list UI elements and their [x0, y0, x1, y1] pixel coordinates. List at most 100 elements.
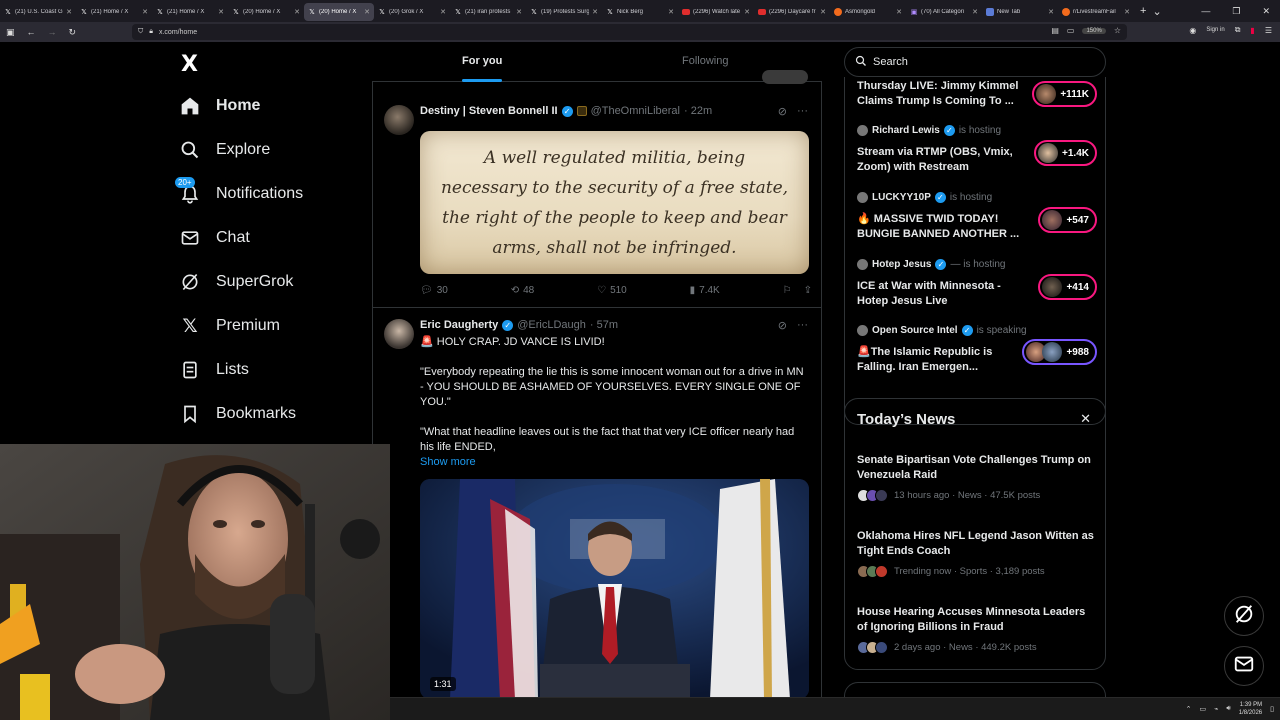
- more-icon[interactable]: ···: [797, 105, 808, 118]
- close-icon[interactable]: ✕: [896, 8, 902, 16]
- nav-item-notifications[interactable]: 20+ Notifications: [175, 177, 303, 205]
- clock[interactable]: 1:39 PM 1/8/2026: [1239, 701, 1262, 717]
- close-icon[interactable]: ✕: [66, 8, 72, 16]
- network-icon[interactable]: ⌁: [1214, 705, 1218, 713]
- avatar[interactable]: [384, 319, 414, 349]
- live-item[interactable]: Open Source Intel ✓ is speaking 🚨The Islam…: [857, 325, 1097, 379]
- tweet-image[interactable]: A well regulated militia, being necessar…: [420, 131, 809, 274]
- more-icon[interactable]: ···: [797, 319, 808, 332]
- live-item[interactable]: Thursday LIVE: Jimmy Kimmel Claims Trump…: [857, 79, 1097, 113]
- browser-tab[interactable]: 𝕏 (21) Home / X ✕: [76, 3, 152, 21]
- grok-icon[interactable]: ⊘: [778, 105, 787, 118]
- grok-button[interactable]: [1224, 596, 1264, 636]
- close-icon[interactable]: ✕: [294, 8, 300, 16]
- reply-button[interactable]: 💬︎ 30: [420, 285, 448, 296]
- nav-item-home[interactable]: Home: [179, 95, 260, 117]
- browser-tab[interactable]: (2296) Watch late ✕: [678, 3, 754, 21]
- minimize-button[interactable]: —: [1201, 6, 1210, 16]
- address-bar[interactable]: ⛉ 🔒︎ x.com/home ▤ ▭ 150% ☆: [132, 24, 1127, 40]
- nav-item-supergrok[interactable]: SuperGrok: [179, 271, 293, 293]
- search-input[interactable]: Search: [844, 47, 1106, 77]
- browser-tab[interactable]: Asmongold ✕: [830, 3, 906, 21]
- live-listener-pill[interactable]: +1.4K: [1034, 140, 1097, 166]
- browser-tab[interactable]: r/LivestreamFail ✕: [1058, 3, 1134, 21]
- extension-badge-icon[interactable]: ▮: [1250, 26, 1254, 35]
- close-icon[interactable]: ✕: [1124, 8, 1130, 16]
- close-icon[interactable]: ✕: [668, 8, 674, 16]
- nav-item-bookmarks[interactable]: Bookmarks: [179, 403, 296, 425]
- close-icon[interactable]: ✕: [364, 8, 370, 16]
- chevron-up-icon[interactable]: ⌃: [1186, 705, 1192, 713]
- author-name[interactable]: Destiny | Steven Bonnell II: [420, 105, 558, 117]
- sign-in-button[interactable]: Sign in: [1206, 27, 1224, 33]
- nav-item-premium[interactable]: 𝕏 Premium: [179, 315, 280, 337]
- tweet[interactable]: Eric Daugherty ✓ @EricLDaugh · 57m ⊘ ···…: [372, 309, 822, 697]
- author-name[interactable]: Eric Daugherty: [420, 319, 498, 331]
- tweet-video[interactable]: 1:31: [420, 479, 809, 697]
- zoom-level[interactable]: 150%: [1082, 27, 1106, 34]
- like-button[interactable]: ♡ 510: [597, 285, 627, 296]
- account-icon[interactable]: ◉: [1189, 26, 1196, 35]
- live-listener-pill[interactable]: +414: [1038, 274, 1097, 300]
- show-more-link[interactable]: Show more: [420, 455, 810, 470]
- maximize-button[interactable]: ❐: [1232, 6, 1240, 17]
- grok-icon[interactable]: ⊘: [778, 319, 787, 332]
- browser-tab[interactable]: ▣ (70) All Categori ✕: [906, 3, 982, 21]
- live-listener-pill[interactable]: +988: [1022, 339, 1097, 365]
- live-item[interactable]: LUCKYY10P ✓ is hosting 🔥 MASSIVE TWID TODA…: [857, 192, 1097, 246]
- tab-for-you[interactable]: For you: [462, 55, 502, 67]
- notification-center-icon[interactable]: ▯: [1270, 705, 1274, 713]
- close-icon[interactable]: ✕: [744, 8, 750, 16]
- browser-tab[interactable]: 𝕏 (19) Protests Surg ✕: [526, 3, 602, 21]
- tweet-time[interactable]: · 57m: [590, 319, 618, 331]
- browser-tab[interactable]: 𝕏 (21) iran protests ✕: [450, 3, 526, 21]
- news-item[interactable]: House Hearing Accuses Minnesota Leaders …: [857, 605, 1097, 654]
- nav-item-chat[interactable]: Chat: [179, 227, 250, 249]
- chevron-down-icon[interactable]: ⌄: [1152, 5, 1161, 18]
- tweet[interactable]: Destiny | Steven Bonnell II ✓ @TheOmniLi…: [372, 97, 822, 308]
- close-icon[interactable]: ✕: [1080, 411, 1091, 427]
- close-icon[interactable]: ✕: [440, 8, 446, 16]
- nav-item-explore[interactable]: Explore: [179, 139, 270, 161]
- bookmark-icon[interactable]: ⚐: [783, 285, 792, 296]
- new-tab-button[interactable]: +: [1140, 5, 1146, 17]
- browser-tab[interactable]: 𝕏 (21) U.S. Coast G ✕: [0, 3, 76, 21]
- close-icon[interactable]: ✕: [1048, 8, 1054, 16]
- tweet-time[interactable]: · 22m: [684, 105, 712, 117]
- browser-tab[interactable]: 𝕏 Nick Berg ✕: [602, 3, 678, 21]
- close-icon[interactable]: ✕: [820, 8, 826, 16]
- bookmark-star-icon[interactable]: ☆: [1114, 26, 1121, 35]
- news-item[interactable]: Oklahoma Hires NFL Legend Jason Witten a…: [857, 529, 1097, 578]
- volume-icon[interactable]: 🔊︎: [1226, 705, 1230, 713]
- close-icon[interactable]: ✕: [592, 8, 598, 16]
- messages-button[interactable]: [1224, 646, 1264, 686]
- tab-following[interactable]: Following: [682, 55, 728, 67]
- repost-button[interactable]: ⟲ 48: [511, 285, 535, 296]
- browser-tab[interactable]: 𝕏 (21) Home / X ✕: [152, 3, 228, 21]
- reader-view-icon[interactable]: ▤: [1051, 26, 1059, 35]
- x-logo[interactable]: X: [181, 52, 198, 77]
- live-listener-pill[interactable]: +547: [1038, 207, 1097, 233]
- new-posts-pill[interactable]: [762, 70, 808, 84]
- avatar[interactable]: [384, 105, 414, 135]
- close-window-button[interactable]: ✕: [1262, 6, 1270, 17]
- browser-tab-active[interactable]: 𝕏 (20) Home / X ✕: [304, 3, 374, 21]
- browser-tab[interactable]: New Tab ✕: [982, 3, 1058, 21]
- news-item[interactable]: Senate Bipartisan Vote Challenges Trump …: [857, 453, 1097, 502]
- forward-icon[interactable]: →: [48, 27, 57, 37]
- browser-tab[interactable]: (2296) Daycare fr ✕: [754, 3, 830, 21]
- author-handle[interactable]: @EricLDaugh: [517, 319, 586, 331]
- sidebar-toggle-icon[interactable]: ▣: [6, 27, 15, 38]
- picture-icon[interactable]: ▭: [1067, 26, 1075, 35]
- live-item[interactable]: Richard Lewis ✓ is hosting Stream via RTMP…: [857, 125, 1097, 179]
- menu-icon[interactable]: ☰: [1265, 26, 1272, 35]
- live-item[interactable]: Hotep Jesus ✓ — is hosting ICE at War with…: [857, 259, 1097, 313]
- share-icon[interactable]: ⇪: [804, 285, 812, 296]
- close-icon[interactable]: ✕: [972, 8, 978, 16]
- browser-tab[interactable]: 𝕏 (20) Home / X ✕: [228, 3, 304, 21]
- nav-item-lists[interactable]: Lists: [179, 359, 249, 381]
- reload-icon[interactable]: ↻: [69, 27, 77, 38]
- close-icon[interactable]: ✕: [516, 8, 522, 16]
- close-icon[interactable]: ✕: [142, 8, 148, 16]
- monitor-icon[interactable]: ▭: [1200, 705, 1207, 713]
